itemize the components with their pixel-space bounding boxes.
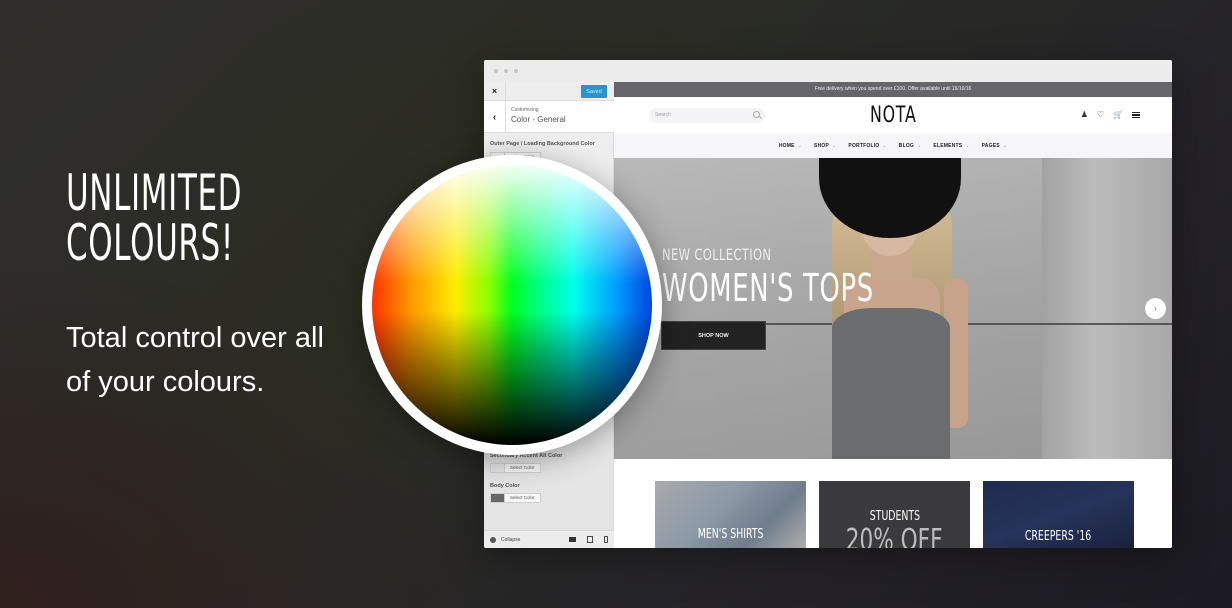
nav-item-portfolio[interactable]: PORTFOLIO ⌄ [848, 143, 886, 149]
color-wheel-frame [362, 155, 662, 455]
promo-subtitle: Total control over all of your colours. [66, 322, 324, 398]
chevron-right-icon: › [1154, 304, 1157, 313]
window-dot[interactable] [504, 69, 508, 73]
chevron-down-icon: ⌄ [882, 142, 887, 149]
color-swatch [491, 464, 505, 472]
promo-title-line-1: UNLIMITED [66, 164, 243, 222]
saved-button[interactable]: Saved [581, 85, 607, 98]
select-color-button[interactable]: Select Color [505, 464, 540, 472]
customizer-section-title: Color - General [511, 115, 566, 124]
nav-item-blog[interactable]: BLOG ⌄ [899, 143, 922, 149]
close-icon[interactable]: × [484, 81, 506, 101]
hero-kicker: NEW COLLECTION [662, 245, 772, 264]
promo-card-creepers[interactable]: CREEPERS '16 [983, 481, 1134, 548]
mobile-icon[interactable] [604, 536, 608, 543]
header-icons: ♟ ♡ 🛒 [1081, 110, 1140, 120]
collapse-button[interactable]: Collapse [501, 537, 520, 543]
window-dot[interactable] [514, 69, 518, 73]
nav-label: SHOP [814, 142, 830, 149]
promo-copy: UNLIMITED COLOURS! Total control over al… [66, 168, 350, 398]
nav-item-elements[interactable]: ELEMENTS ⌄ [933, 143, 969, 149]
nav-label: BLOG [898, 142, 915, 149]
promo-card-discount: 20% OFF [846, 523, 943, 548]
site-preview: Free delivery when you spend over £100. … [614, 60, 1172, 548]
chevron-down-icon: ⌄ [965, 142, 970, 149]
user-icon[interactable]: ♟ [1081, 110, 1088, 120]
nav-item-pages[interactable]: PAGES ⌄ [982, 143, 1008, 149]
customizer-header: ‹ Customizing Color - General [484, 101, 614, 133]
nav-item-home[interactable]: HOME ⌄ [779, 143, 802, 149]
logo-text: NOTA [869, 103, 917, 128]
collapse-icon[interactable] [490, 536, 496, 543]
nav-label: ELEMENTS [933, 142, 963, 149]
back-icon[interactable]: ‹ [484, 101, 506, 133]
chevron-down-icon: ⌄ [1002, 142, 1008, 149]
color-picker-control[interactable]: Select Color [490, 493, 541, 503]
nav-item-shop[interactable]: SHOP ⌄ [814, 143, 836, 149]
promo-card-students[interactable]: STUDENTS 20% OFF [819, 481, 970, 548]
nav-label: PAGES [981, 142, 1000, 149]
color-picker-control[interactable]: Select Color [490, 463, 541, 473]
customizer-toolbar: × Saved [484, 81, 614, 101]
color-swatch [491, 494, 505, 502]
menu-icon[interactable] [1132, 112, 1140, 118]
promo-title-line-2: COLOURS! [66, 214, 234, 272]
announcement-bar: Free delivery when you spend over £100. … [614, 82, 1172, 97]
nav-label: HOME [778, 142, 795, 149]
main-nav: HOME ⌄ SHOP ⌄ PORTFOLIO ⌄ BLOG ⌄ ELEMENTS ⌄ P… [614, 133, 1172, 158]
chevron-down-icon: ⌄ [832, 142, 837, 149]
heart-icon[interactable]: ♡ [1097, 110, 1104, 120]
device-preview-toggles [569, 536, 608, 543]
shop-now-button[interactable]: SHOP NOW [661, 321, 766, 350]
site-header: Search NOTA ♟ ♡ 🛒 [614, 97, 1172, 133]
promo-card-label: STUDENTS [869, 509, 920, 524]
nav-label: PORTFOLIO [848, 142, 880, 149]
customizer-footer: Collapse [484, 530, 614, 548]
promo-card-label: CREEPERS '16 [1025, 529, 1092, 544]
color-wheel[interactable] [372, 165, 652, 445]
window-titlebar [484, 60, 614, 82]
setting-label: Body Color [490, 483, 520, 489]
desktop-icon[interactable] [569, 537, 576, 542]
tablet-icon[interactable] [587, 536, 593, 543]
promo-card-mens-shirts[interactable]: MEN'S SHIRTS [655, 481, 806, 548]
chevron-down-icon: ⌄ [797, 142, 803, 149]
window-chrome-strip [614, 60, 1172, 82]
select-color-button[interactable]: Select Color [505, 494, 540, 502]
window-dot[interactable] [494, 69, 498, 73]
promo-title: UNLIMITED COLOURS! [66, 168, 242, 268]
setting-label: Outer Page / Loading Background Color [490, 141, 595, 147]
hero-slider: NEW COLLECTION WOMEN'S TOPS SHOP NOW › [614, 158, 1172, 459]
cart-icon[interactable]: 🛒 [1113, 110, 1123, 120]
chevron-down-icon: ⌄ [917, 142, 922, 149]
customizer-breadcrumb: Customizing [511, 107, 539, 113]
slider-next-button[interactable]: › [1145, 298, 1166, 319]
hero-title: WOMEN'S TOPS [662, 266, 874, 310]
promo-card-label: MEN'S SHIRTS [697, 527, 764, 542]
promo-cards: MEN'S SHIRTS STUDENTS 20% OFF CREEPERS '… [655, 481, 1134, 548]
